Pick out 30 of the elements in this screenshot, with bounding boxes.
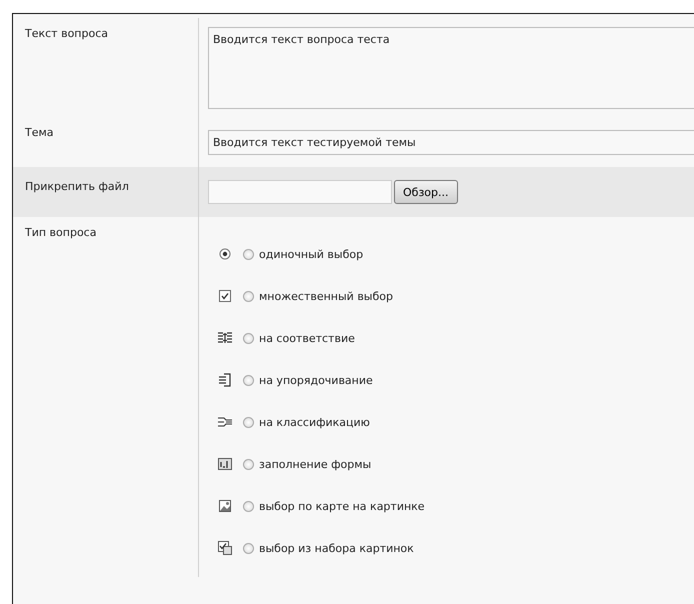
- option-label: на упорядочивание: [259, 374, 373, 386]
- images-icon: [217, 540, 233, 556]
- matching-icon: [217, 330, 233, 346]
- text-field-icon: [217, 456, 233, 472]
- radio-button[interactable]: [243, 500, 254, 512]
- option-label: выбор из набора картинок: [259, 542, 414, 554]
- radio-button[interactable]: [243, 332, 254, 344]
- radio-button[interactable]: [243, 542, 254, 554]
- radio-button[interactable]: [243, 416, 254, 428]
- radio-button[interactable]: [243, 290, 254, 302]
- file-path-field[interactable]: [208, 180, 392, 204]
- checkbox-icon: [217, 288, 233, 304]
- field-label: Тип вопроса: [13, 217, 199, 577]
- input-field[interactable]: Вводится текст тестируемой темы: [208, 130, 694, 155]
- radio-button[interactable]: [243, 458, 254, 470]
- option-label: на классификацию: [259, 416, 370, 428]
- option-label: выбор по карте на картинке: [259, 500, 425, 512]
- option-label: заполнение формы: [259, 458, 372, 470]
- field-label: Текст вопроса: [13, 18, 199, 117]
- field-label: Прикрепить файл: [13, 167, 199, 217]
- radio-icon: [217, 246, 233, 262]
- option-label: на соответствие: [259, 332, 355, 344]
- list-order-icon: [217, 372, 233, 388]
- option-label: множественный выбор: [259, 290, 393, 302]
- browse-button[interactable]: Обзор...: [394, 180, 458, 204]
- radio-button[interactable]: [243, 374, 254, 386]
- option-label: одиночный выбор: [259, 248, 364, 260]
- text-area[interactable]: Вводится текст вопроса теста: [208, 27, 694, 109]
- radio-button[interactable]: [243, 248, 254, 260]
- image-icon: [217, 498, 233, 514]
